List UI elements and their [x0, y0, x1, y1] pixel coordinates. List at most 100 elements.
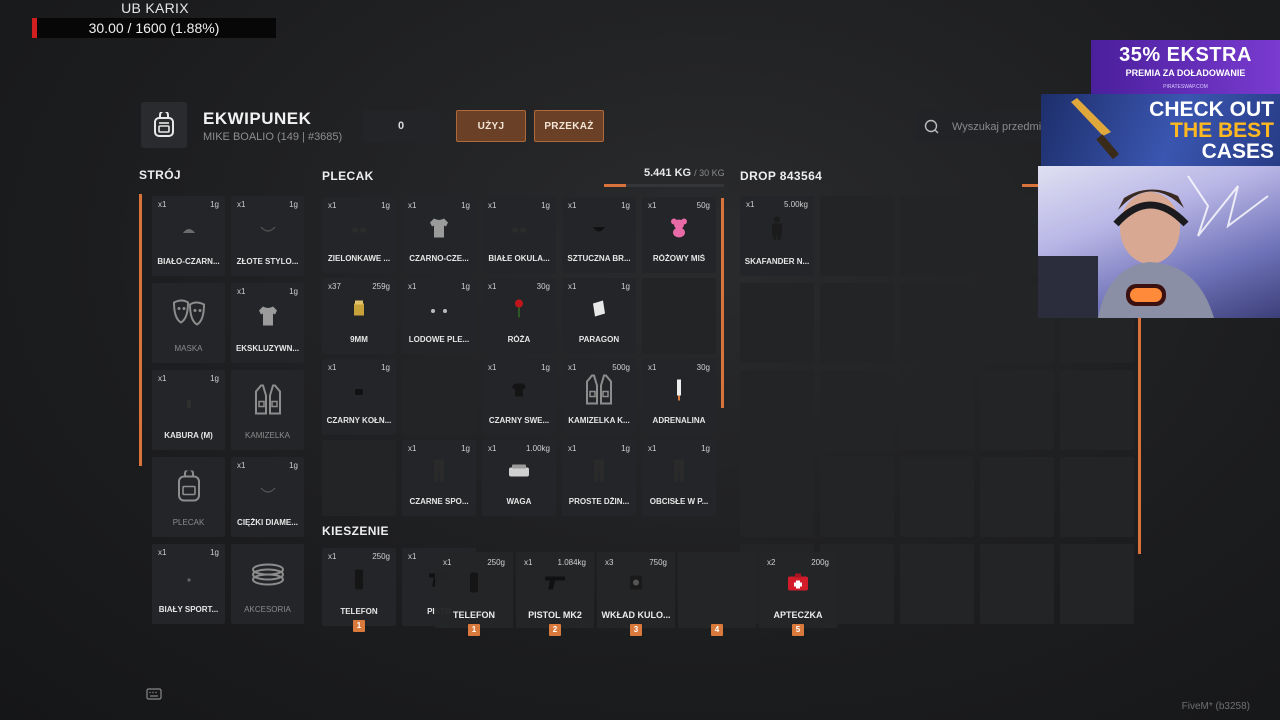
outfit-slot[interactable]: KAMIZELKA	[231, 370, 304, 450]
pockets-title: KIESZENIE	[322, 524, 389, 538]
hotkey-badge: 3	[630, 624, 642, 636]
item-weight: 250g	[372, 552, 390, 561]
promo-site: PIRATESWAP.COM	[1163, 84, 1208, 90]
outfit-slot[interactable]: MASKA	[152, 283, 225, 363]
drop-slot-empty[interactable]	[740, 283, 814, 363]
amount-input[interactable]: 0	[363, 110, 439, 142]
backpack-slot[interactable]: x1 1g PARAGON	[562, 278, 636, 354]
search-input[interactable]	[950, 110, 1044, 142]
drop-title: DROP 843564	[740, 169, 823, 183]
backpack-slot[interactable]: x1 1g SZTUCZNA BR...	[562, 197, 636, 273]
drop-slot-empty[interactable]	[900, 370, 974, 450]
drop-slot-empty[interactable]	[980, 370, 1054, 450]
drop-slot-empty[interactable]	[820, 370, 894, 450]
backpack-slot[interactable]: x1 30g RÓŻA	[482, 278, 556, 354]
pocket-slot[interactable]: x1 250g TELEFON 1	[322, 548, 396, 632]
drop-slot-empty[interactable]	[1060, 457, 1134, 537]
drop-slot-empty[interactable]	[980, 457, 1054, 537]
backpack-slot[interactable]: x1 50g RÓŻOWY MIŚ	[642, 197, 716, 273]
drop-slot-empty[interactable]	[900, 457, 974, 537]
outfit-slot[interactable]: x1 1g BIAŁY SPORT...	[152, 544, 225, 624]
outfit-slot[interactable]: AKCESORIA	[231, 544, 304, 624]
outfit-title: STRÓJ	[139, 168, 182, 182]
drop-slot-empty[interactable]	[900, 544, 974, 624]
drop-slot-empty[interactable]	[1060, 544, 1134, 624]
backpack-slot[interactable]: x1 1g CZARNY SWE...	[482, 359, 556, 435]
drop-slot-empty[interactable]	[1060, 370, 1134, 450]
item-label: ZŁOTE STYLO...	[236, 257, 299, 266]
hotbar-slot-5[interactable]: x2 200g APTECZKA 5	[759, 552, 837, 636]
backpack-slot[interactable]: x1 1g CZARNE SPO...	[402, 440, 476, 516]
item-weight: 1g	[461, 201, 470, 210]
item-weight: 1g	[210, 200, 219, 209]
item-weight: 1g	[289, 287, 298, 296]
hotkey-badge: 2	[549, 624, 561, 636]
drop-slot[interactable]: x1 5.00kg SKAFANDER N...	[740, 196, 814, 276]
scale-icon	[508, 464, 530, 483]
outfit-slot[interactable]: x1 1g CIĘŻKI DIAME...	[231, 457, 304, 537]
pants-icon	[433, 459, 445, 488]
item-label: ZIELONKAWE ...	[327, 254, 391, 263]
backpack-slot-empty[interactable]	[642, 278, 716, 354]
holster-icon	[185, 396, 193, 414]
promo-banner: 35% EKSTRA PREMIA ZA DOŁADOWANIE PIRATES…	[1091, 40, 1280, 94]
outfit-slot[interactable]: x1 1g BIAŁO-CZARN...	[152, 196, 225, 276]
backpack-slot[interactable]: x37 259g 9MM	[322, 278, 396, 354]
item-label: KABURA (M)	[164, 431, 213, 440]
backpack-slot[interactable]: x1 1g PROSTE DŻIN...	[562, 440, 636, 516]
outfit-slot[interactable]: x1 1g EKSKLUZYWN...	[231, 283, 304, 363]
earring-icon	[429, 302, 449, 320]
drop-slot-empty[interactable]	[820, 283, 894, 363]
item-quantity: x1	[746, 200, 755, 209]
item-label: 9MM	[350, 335, 368, 344]
hotbar-slot-2[interactable]: x1 1.084kg PISTOL MK2 2	[516, 552, 594, 636]
drop-slot-empty[interactable]	[820, 457, 894, 537]
backpack-slot[interactable]: x1 1g ZIELONKAWE ...	[322, 197, 396, 273]
item-label: MASKA	[174, 344, 203, 353]
keyboard-icon[interactable]	[146, 688, 162, 700]
item-quantity: x3	[605, 558, 614, 567]
item-quantity: x1	[237, 461, 246, 470]
sweater-icon	[511, 382, 527, 403]
backpack-slot[interactable]: x1 1g CZARNO-CZE...	[402, 197, 476, 273]
item-label: CZARNE SPO...	[409, 497, 469, 506]
drop-slot-empty[interactable]	[820, 196, 894, 276]
item-quantity: x1	[158, 374, 167, 383]
outfit-scrollbar[interactable]	[139, 194, 142, 466]
item-weight: 1g	[289, 461, 298, 470]
drop-slot-empty[interactable]	[900, 196, 974, 276]
drop-slot-empty[interactable]	[900, 283, 974, 363]
item-weight: 1.00kg	[525, 444, 550, 453]
drop-slot-empty[interactable]	[740, 370, 814, 450]
item-weight: 30g	[696, 363, 710, 372]
item-weight: 200g	[811, 558, 829, 567]
item-weight: 1g	[621, 201, 630, 210]
pants-icon	[673, 459, 685, 488]
backpack-slot[interactable]: x1 1g LODOWE PLE...	[402, 278, 476, 354]
drop-scrollbar[interactable]	[1138, 318, 1141, 554]
backpack-scrollbar[interactable]	[721, 198, 724, 408]
backpack-slot[interactable]: x1 1.00kg WAGA	[482, 440, 556, 516]
phone-icon	[469, 572, 479, 599]
watch-icon	[186, 570, 192, 588]
drop-slot-empty[interactable]	[740, 457, 814, 537]
backpack-slot-empty[interactable]	[322, 440, 396, 516]
hotkey-badge: 1	[353, 620, 365, 632]
give-button[interactable]: PRZEKAŻ	[534, 110, 604, 142]
hotbar-slot-4[interactable]: 4	[678, 552, 756, 636]
hotbar-slot-1[interactable]: x1 250g TELEFON 1	[435, 552, 513, 636]
outfit-slot[interactable]: x1 1g ZŁOTE STYLO...	[231, 196, 304, 276]
promo-main: 35% EKSTRA	[1119, 44, 1252, 66]
drop-slot-empty[interactable]	[980, 544, 1054, 624]
shirt-icon	[258, 305, 278, 332]
use-button[interactable]: UŻYJ	[456, 110, 526, 142]
backpack-slot[interactable]: x1 1g CZARNY KOŁN...	[322, 359, 396, 435]
backpack-slot[interactable]: x1 500g KAMIZELKA K...	[562, 359, 636, 435]
outfit-slot[interactable]: PLECAK	[152, 457, 225, 537]
backpack-slot[interactable]: x1 1g BIAŁE OKULA...	[482, 197, 556, 273]
backpack-slot[interactable]: x1 1g OBCISŁE W P...	[642, 440, 716, 516]
backpack-slot-empty[interactable]	[402, 359, 476, 435]
outfit-slot[interactable]: x1 1g KABURA (M)	[152, 370, 225, 450]
hotbar-slot-3[interactable]: x3 750g WKŁAD KULO... 3	[597, 552, 675, 636]
backpack-slot[interactable]: x1 30g ADRENALINA	[642, 359, 716, 435]
